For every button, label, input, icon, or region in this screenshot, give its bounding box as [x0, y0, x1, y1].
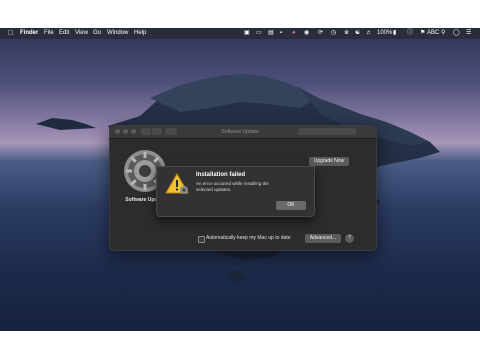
menu-help[interactable]: Help — [134, 28, 146, 39]
siri-icon[interactable]: ◯ — [453, 28, 460, 39]
desktop:  Finder File Edit View Go Window Help ▣… — [0, 28, 480, 331]
auto-update-label: Automatically keep my Mac up to date — [206, 235, 291, 241]
ok-button[interactable]: OK — [276, 201, 306, 210]
close-window-button[interactable] — [115, 129, 120, 134]
show-all-button[interactable] — [165, 128, 177, 135]
minimize-window-button[interactable] — [123, 129, 128, 134]
app-icon-3[interactable]: ● — [292, 28, 296, 39]
menu-go[interactable]: Go — [93, 28, 101, 39]
input-source-label[interactable]: ABC — [427, 28, 439, 39]
title-bar[interactable]: Software Update — [110, 126, 376, 139]
menu-edit[interactable]: Edit — [59, 28, 69, 39]
help-button[interactable]: ? — [345, 234, 354, 243]
forward-button[interactable] — [152, 128, 162, 135]
app-icon-4[interactable]: ◉ — [304, 28, 309, 39]
battery-percent[interactable]: 100% — [377, 28, 392, 39]
letterbox-bottom — [0, 331, 480, 360]
display-icon[interactable]: ▭ — [256, 28, 262, 39]
menu-finder[interactable]: Finder — [20, 28, 38, 39]
screen-recording-icon[interactable]: ▣ — [244, 28, 250, 39]
zoom-window-button[interactable] — [131, 129, 136, 134]
time-machine-icon[interactable]: ◷ — [331, 28, 336, 39]
back-button[interactable] — [141, 128, 151, 135]
bluetooth-icon[interactable]: ※ — [344, 28, 349, 39]
menu-view[interactable]: View — [75, 28, 88, 39]
window-title: Software Update — [221, 129, 259, 135]
menu-file[interactable]: File — [44, 28, 54, 39]
app-icon-1[interactable]: ▤ — [268, 28, 274, 39]
flag-icon[interactable]: ⚑ — [420, 28, 425, 39]
sync-icon[interactable]: ⟳ — [318, 28, 323, 39]
search-field[interactable] — [298, 128, 356, 135]
installation-failed-alert: Installation failed An error occurred wh… — [156, 166, 315, 217]
control-center-icon[interactable]: ☰ — [466, 28, 471, 39]
wifi-icon[interactable]: ☯ — [355, 28, 360, 39]
letterbox-top — [0, 0, 480, 28]
app-icon-2[interactable]: ▪ — [280, 28, 282, 39]
menu-bar:  Finder File Edit View Go Window Help ▣… — [0, 28, 480, 39]
battery-icon[interactable]: ▮ — [393, 28, 396, 39]
menu-window[interactable]: Window — [107, 28, 128, 39]
upgrade-now-button[interactable]: Upgrade Now — [309, 157, 349, 166]
alert-title: Installation failed — [196, 172, 246, 178]
spotlight-search-icon[interactable]: ⚲ — [441, 28, 445, 39]
advanced-button[interactable]: Advanced... — [305, 234, 341, 243]
info-icon[interactable]: ⓘ — [407, 28, 413, 39]
volume-icon[interactable]: ♬ — [366, 28, 372, 39]
alert-message: An error occurred while installing the s… — [196, 181, 269, 192]
apple-menu-icon[interactable]:  — [8, 28, 13, 39]
warning-icon — [165, 173, 189, 194]
auto-update-checkbox[interactable] — [198, 236, 205, 243]
